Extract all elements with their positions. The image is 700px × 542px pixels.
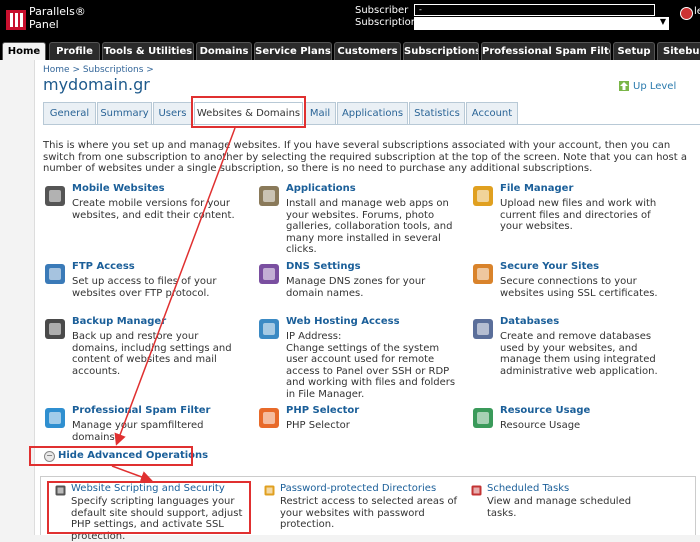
tab-underline xyxy=(43,124,700,125)
nav-tab-subscriptions[interactable]: Subscriptions xyxy=(403,42,479,60)
parallels-logo-icon xyxy=(6,10,26,30)
user-name[interactable]: le xyxy=(694,6,700,17)
tool-description: Secure connections to your websites usin… xyxy=(500,276,658,299)
tab-account[interactable]: Account xyxy=(466,102,518,124)
tool-description: IP Address: Change settings of the syste… xyxy=(286,331,456,400)
nav-tab-setup[interactable]: Setup xyxy=(613,42,655,60)
logo-line-2: Panel xyxy=(29,18,59,31)
tab-mail[interactable]: Mail xyxy=(304,102,336,124)
backup-icon[interactable] xyxy=(44,318,66,340)
subscription-label: Subscription xyxy=(355,17,418,28)
nav-tab-professional-spam-filter[interactable]: Professional Spam Filter xyxy=(481,42,611,60)
applications-icon[interactable] xyxy=(258,185,280,207)
tool-description: Set up access to files of your websites … xyxy=(72,276,217,299)
tool-description: Install and manage web apps on your webs… xyxy=(286,198,453,255)
up-level-icon[interactable] xyxy=(619,81,629,91)
tool-description: Resource Usage xyxy=(500,420,581,431)
tab-users[interactable]: Users xyxy=(153,102,192,124)
calendar-icon[interactable] xyxy=(471,485,482,496)
tool-title[interactable]: Resource Usage xyxy=(500,405,590,416)
scripting-icon[interactable] xyxy=(55,485,66,496)
highlight-box-advanced xyxy=(29,446,193,466)
tool-description: Create and remove databases used by your… xyxy=(500,331,658,377)
advanced-item-description: Specify scripting languages your default… xyxy=(71,496,243,542)
certificate-icon[interactable] xyxy=(472,263,494,285)
folder-icon[interactable] xyxy=(472,185,494,207)
tool-title[interactable]: Applications xyxy=(286,183,356,194)
tool-title[interactable]: Web Hosting Access xyxy=(286,316,400,327)
logo-line-1: Parallels® xyxy=(29,5,86,18)
database-icon[interactable] xyxy=(472,318,494,340)
tool-title[interactable]: PHP Selector xyxy=(286,405,359,416)
breadcrumb[interactable]: Home > Subscriptions > xyxy=(43,65,154,75)
tool-title[interactable]: FTP Access xyxy=(72,261,135,272)
spam-filter-icon[interactable] xyxy=(44,407,66,429)
intro-text: This is where you set up and manage webs… xyxy=(43,140,687,174)
tool-description: Create mobile versions for your websites… xyxy=(72,198,235,221)
subscription-select[interactable]: ▼ xyxy=(414,17,669,30)
nav-tab-profile[interactable]: Profile xyxy=(49,42,100,60)
tool-description: Back up and restore your domains, includ… xyxy=(72,331,232,377)
tab-statistics[interactable]: Statistics xyxy=(409,102,465,124)
tool-title[interactable]: Mobile Websites xyxy=(72,183,165,194)
chart-icon[interactable] xyxy=(472,407,494,429)
tool-title[interactable]: Databases xyxy=(500,316,559,327)
tab-applications[interactable]: Applications xyxy=(337,102,408,124)
lock-icon[interactable] xyxy=(264,485,275,496)
logo-text: Parallels® Panel xyxy=(29,5,86,31)
tab-websites-domains[interactable]: Websites & Domains xyxy=(194,102,303,125)
globe-icon[interactable] xyxy=(258,318,280,340)
tool-description: PHP Selector xyxy=(286,420,350,431)
tool-title[interactable]: File Manager xyxy=(500,183,573,194)
nav-tab-sitebuilder[interactable]: Sitebuild xyxy=(657,42,700,60)
subscriber-value: - xyxy=(419,5,422,14)
subscriber-field[interactable]: - xyxy=(414,4,655,16)
ftp-icon[interactable] xyxy=(44,263,66,285)
php-icon[interactable] xyxy=(258,407,280,429)
tab-summary[interactable]: Summary xyxy=(97,102,152,124)
advanced-item-title[interactable]: Website Scripting and Security xyxy=(71,483,225,494)
subscriber-label: Subscriber xyxy=(355,5,409,16)
tool-title[interactable]: Backup Manager xyxy=(72,316,166,327)
tool-title[interactable]: Secure Your Sites xyxy=(500,261,599,272)
nav-tab-tools-utilities[interactable]: Tools & Utilities xyxy=(102,42,194,60)
chevron-down-icon: ▼ xyxy=(659,17,666,26)
nav-tab-service-plans[interactable]: Service Plans xyxy=(254,42,332,60)
tool-title[interactable]: Professional Spam Filter xyxy=(72,405,210,416)
tool-description: Manage DNS zones for your domain names. xyxy=(286,276,426,299)
advanced-item-description: View and manage scheduled tasks. xyxy=(487,496,632,519)
nav-tab-domains[interactable]: Domains xyxy=(196,42,252,60)
tool-description: Upload new files and work with current f… xyxy=(500,198,657,232)
advanced-item-description: Restrict access to selected areas of you… xyxy=(280,496,458,530)
advanced-item-title[interactable]: Password-protected Directories xyxy=(280,483,436,494)
tool-title[interactable]: DNS Settings xyxy=(286,261,361,272)
flag-icon xyxy=(680,7,693,20)
page-title: mydomain.gr xyxy=(43,75,150,94)
nav-tab-customers[interactable]: Customers xyxy=(334,42,401,60)
advanced-item-title[interactable]: Scheduled Tasks xyxy=(487,483,569,494)
up-level-link[interactable]: Up Level xyxy=(633,81,676,92)
tool-description: Manage your spamfiltered domains xyxy=(72,420,204,443)
mobile-icon[interactable] xyxy=(44,185,66,207)
nav-tab-home[interactable]: Home xyxy=(2,42,46,60)
tab-general[interactable]: General xyxy=(43,102,96,124)
dns-icon[interactable] xyxy=(258,263,280,285)
